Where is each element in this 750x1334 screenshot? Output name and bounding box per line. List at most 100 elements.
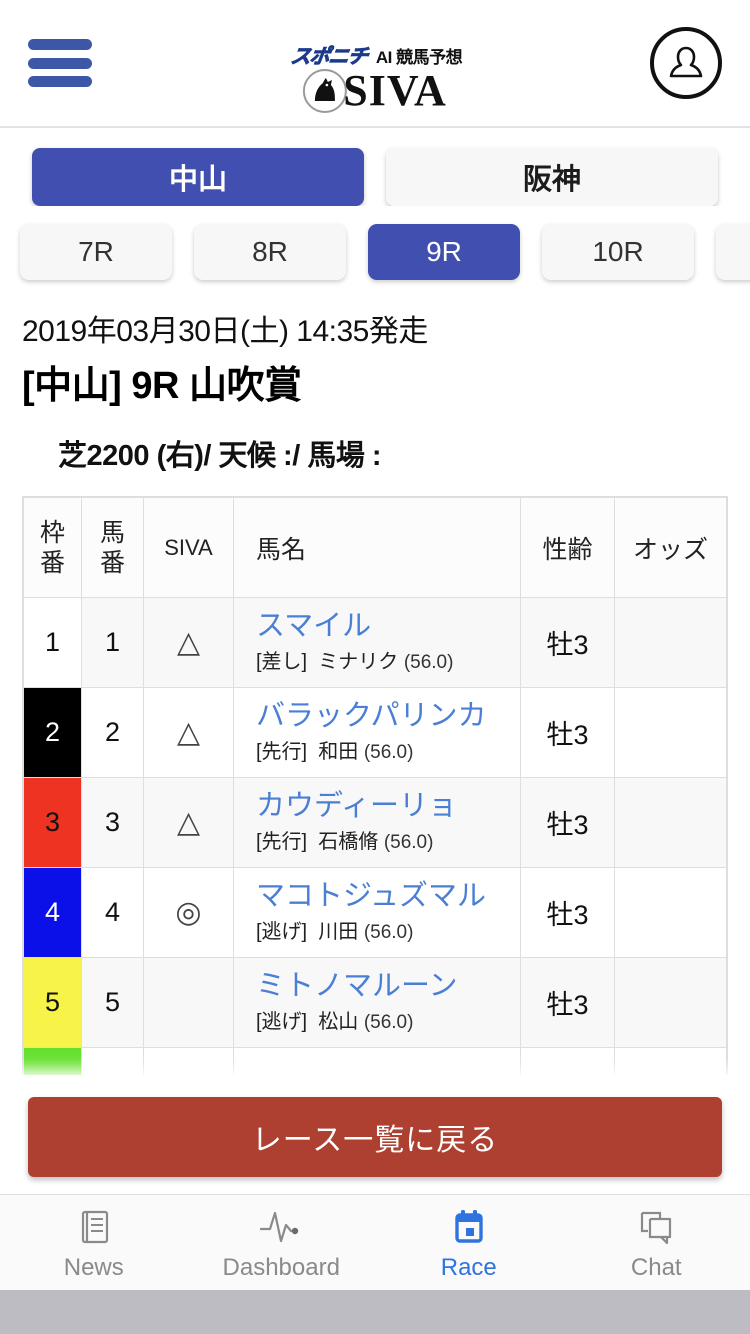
cell-wakuban: 2 [23, 687, 82, 778]
table-row[interactable]: 4 4 ◎ マコトジュズマル [逃げ] 川田 (56.0) 牡3 [23, 867, 727, 958]
cell-umaban: 3 [81, 777, 144, 868]
race-info-block: 2019年03月30日(土) 14:35発走 [中山] 9R 山吹賞 芝2200… [0, 296, 750, 474]
cell-horse: スマイル [差し] ミナリク (56.0) [233, 597, 521, 688]
cell-sex-age: 牡3 [520, 867, 615, 958]
race-tab-label: 7R [78, 236, 114, 267]
carried-weight: (56.0) [363, 742, 414, 763]
column-header-umaban: 馬 番 [81, 497, 144, 598]
cell-odds [614, 777, 727, 868]
race-tab-next-partial[interactable] [716, 224, 750, 280]
column-header-sex-age: 性齢 [520, 497, 615, 598]
horse-name-link[interactable]: カウディーリョ [256, 787, 520, 825]
cell-sex-age: 牡3 [520, 957, 615, 1048]
hamburger-bar [28, 57, 92, 69]
column-header-horse-name: 馬名 [233, 497, 521, 598]
nav-label-dashboard: Dashboard [222, 1253, 340, 1281]
siva-logo-text: SIVA [343, 66, 447, 115]
cell-umaban: 2 [81, 687, 144, 778]
cell-horse: ミトノマルーン [逃げ] 松山 (56.0) [233, 957, 521, 1048]
venue-tab-bar: 中山 阪神 [0, 128, 750, 206]
cell-umaban: 5 [81, 957, 144, 1048]
nav-item-race[interactable]: Race [375, 1195, 563, 1290]
hamburger-bar [28, 76, 92, 87]
cell-siva-mark: △ [143, 777, 234, 868]
cell-sex-age: 牡3 [520, 777, 615, 868]
home-indicator-bar [0, 1290, 750, 1334]
cell-wakuban: 5 [23, 957, 82, 1048]
bottom-navigation-bar: News Dashboard Race Chat [0, 1194, 750, 1290]
cell-siva-mark: △ [143, 597, 234, 688]
user-avatar-icon[interactable] [650, 27, 722, 99]
horse-name-link[interactable]: マコトジュズマル [256, 877, 520, 915]
race-tab-10r[interactable]: 10R [542, 224, 694, 280]
carried-weight: (56.0) [363, 1012, 414, 1033]
race-tab-label: 8R [252, 236, 288, 267]
carried-weight: (56.0) [363, 922, 414, 943]
race-tab-7r[interactable]: 7R [20, 224, 172, 280]
horse-sub-info: [逃げ] 川田 (56.0) [256, 917, 520, 948]
jockey-name: 和田 [318, 741, 359, 763]
table-row[interactable]: 5 5 ミトノマルーン [逃げ] 松山 (56.0) 牡3 [23, 957, 727, 1048]
back-to-race-list-button[interactable]: レース一覧に戻る [28, 1097, 722, 1177]
running-style: [逃げ] [256, 921, 308, 943]
race-tab-8r[interactable]: 8R [194, 224, 346, 280]
venue-tab-nakayama[interactable]: 中山 [32, 148, 364, 206]
brand-ai-label: AI 競馬予想 [375, 48, 463, 67]
calendar-icon [447, 1204, 491, 1250]
entries-table-head: 枠 番 馬 番 SIVA 馬名 性齢 オッズ [23, 497, 727, 598]
cell-horse: カウディーリョ [先行] 石橋脩 (56.0) [233, 777, 521, 868]
horse-sub-info: [先行] 和田 (56.0) [256, 737, 520, 768]
carried-weight: (56.0) [403, 652, 454, 673]
venue-tab-label: 阪神 [522, 164, 581, 196]
cell-odds [614, 597, 727, 688]
race-title: [中山] 9R 山吹賞 [22, 365, 302, 407]
race-tab-label: 9R [426, 236, 462, 267]
cell-odds [614, 957, 727, 1048]
cell-odds [614, 687, 727, 778]
column-header-wakuban: 枠 番 [23, 497, 82, 598]
cell-horse: マコトジュズマル [逃げ] 川田 (56.0) [233, 867, 521, 958]
horse-name-link[interactable]: バラックパリンカ [256, 697, 520, 735]
horse-head-icon [303, 69, 348, 113]
nav-label-news: News [63, 1253, 124, 1281]
venue-tab-hanshin[interactable]: 阪神 [386, 148, 718, 206]
column-header-siva: SIVA [143, 497, 234, 598]
race-tab-9r[interactable]: 9R [368, 224, 520, 280]
cell-umaban: 1 [81, 597, 144, 688]
jockey-name: ミナリク [318, 651, 399, 673]
entries-table-body: 1 1 △ スマイル [差し] ミナリク (56.0) 牡3 2 2 △ バラッ… [23, 597, 727, 1138]
cell-sex-age: 牡3 [520, 687, 615, 778]
cell-siva-mark: ◎ [143, 867, 234, 958]
nav-label-race: Race [440, 1253, 497, 1281]
jockey-name: 石橋脩 [318, 831, 379, 853]
nav-item-news[interactable]: News [0, 1195, 188, 1290]
nav-item-dashboard[interactable]: Dashboard [188, 1195, 376, 1290]
cell-horse: バラックパリンカ [先行] 和田 (56.0) [233, 687, 521, 778]
activity-pulse-icon [255, 1204, 307, 1250]
sponichi-logo-text: スポニチ [289, 46, 369, 69]
running-style: [逃げ] [256, 1011, 308, 1033]
table-row[interactable]: 1 1 △ スマイル [差し] ミナリク (56.0) 牡3 [23, 597, 727, 688]
cell-wakuban: 4 [23, 867, 82, 958]
horse-sub-info: [差し] ミナリク (56.0) [256, 647, 520, 678]
cell-wakuban: 3 [23, 777, 82, 868]
horse-sub-info: [逃げ] 松山 (56.0) [256, 1007, 520, 1038]
running-style: [差し] [256, 651, 308, 673]
table-row[interactable]: 2 2 △ バラックパリンカ [先行] 和田 (56.0) 牡3 [23, 687, 727, 778]
race-condition: 芝2200 (右)/ 天候 :/ 馬場 : [58, 440, 382, 472]
carried-weight: (56.0) [383, 832, 434, 853]
horse-name-link[interactable]: スマイル [256, 607, 520, 645]
race-date-time: 2019年03月30日(土) 14:35発走 [22, 315, 428, 348]
race-number-tab-bar[interactable]: 7R 8R 9R 10R [0, 206, 750, 296]
horse-name-link[interactable]: ミトノマルーン [256, 967, 520, 1005]
brand-bottom-row: SIVA [303, 69, 446, 113]
hamburger-menu-icon[interactable] [28, 39, 92, 87]
entries-table: 枠 番 馬 番 SIVA 馬名 性齢 オッズ 1 1 △ スマイル [差し] ミ… [23, 497, 727, 1138]
brand-top-row: スポニチ AI 競馬予想 [288, 44, 463, 69]
cell-odds [614, 867, 727, 958]
cell-siva-mark [143, 957, 234, 1048]
app-root: スポニチ AI 競馬予想 SIVA 中山 阪神 7R 8R 9R 10R 201… [0, 0, 750, 1334]
table-row[interactable]: 3 3 △ カウディーリョ [先行] 石橋脩 (56.0) 牡3 [23, 777, 727, 868]
nav-item-chat[interactable]: Chat [563, 1195, 750, 1290]
cell-umaban: 4 [81, 867, 144, 958]
